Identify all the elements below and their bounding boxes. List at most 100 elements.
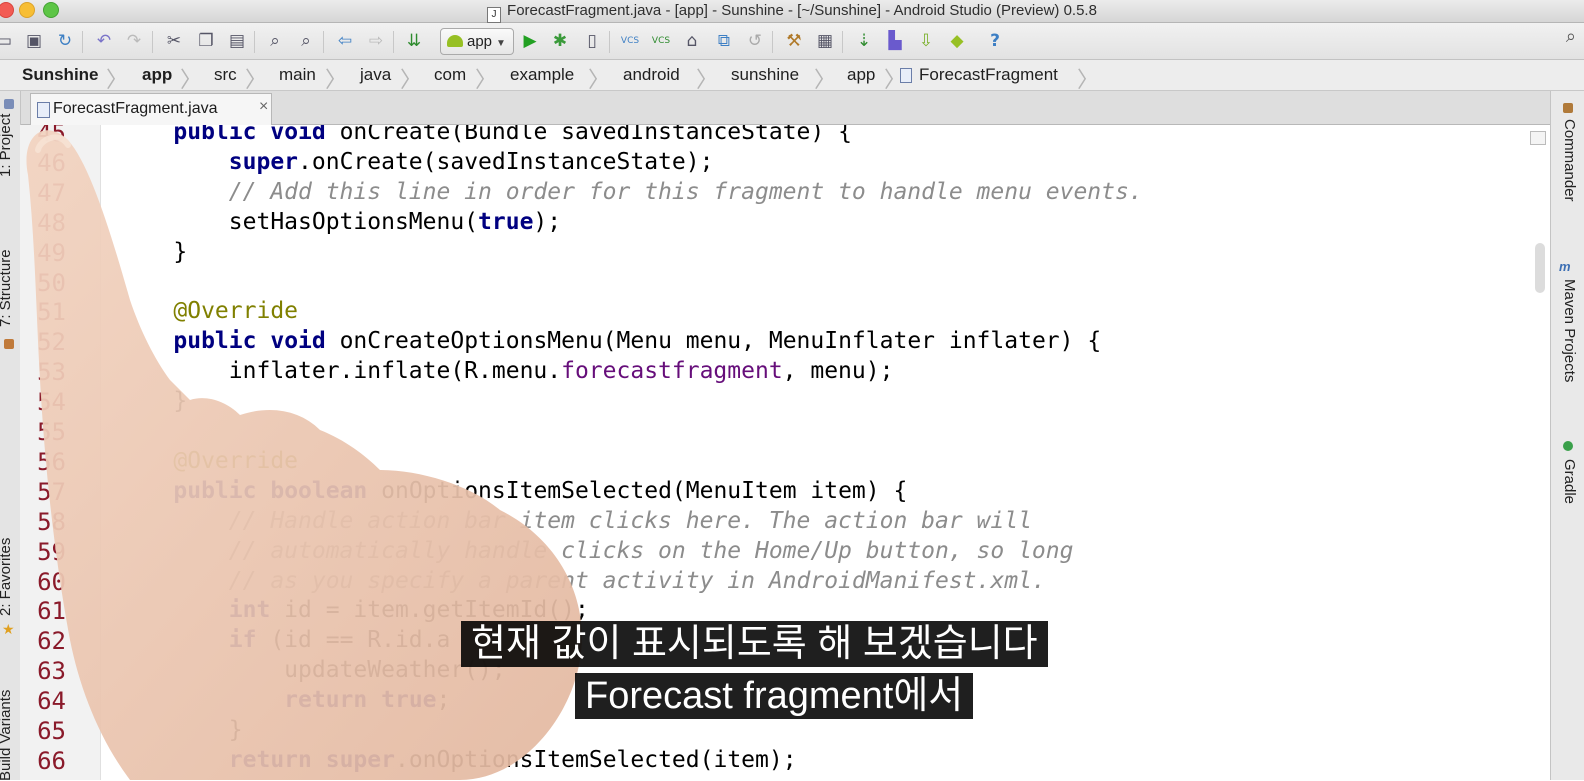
breadcrumb-item[interactable]: com: [434, 65, 466, 85]
avd-manager-icon[interactable]: ▙: [883, 29, 907, 53]
open-folder-icon[interactable]: ▭: [0, 29, 16, 53]
help-icon[interactable]: ?: [983, 29, 1007, 53]
code-line[interactable]: setHasOptionsMenu(true);: [118, 209, 561, 235]
tool-window-gradle[interactable]: Gradle: [1561, 459, 1578, 504]
code-line[interactable]: // automatically handle clicks on the Ho…: [118, 538, 1074, 564]
vcs-commit-label: VCS: [651, 36, 671, 46]
line-number: 45: [37, 125, 66, 147]
code-line[interactable]: public boolean onOptionsItemSelected(Men…: [118, 478, 907, 504]
breadcrumb-item[interactable]: example: [510, 65, 574, 85]
code-line[interactable]: // Handle action bar item clicks here. T…: [118, 508, 1032, 534]
vcs-commit-icon[interactable]: VCS: [649, 29, 673, 53]
code-line[interactable]: return true;: [118, 687, 450, 713]
code-line[interactable]: public void onCreate(Bundle savedInstanc…: [118, 125, 852, 145]
revert-icon[interactable]: ↺: [743, 29, 767, 53]
copy-icon[interactable]: ❐: [194, 29, 218, 53]
search-everywhere-icon[interactable]: ⌕: [1566, 26, 1576, 47]
code-token: if: [228, 627, 257, 654]
close-tab-icon[interactable]: ×: [259, 98, 268, 116]
code-token: .onCreate(savedInstanceState);: [298, 148, 714, 175]
code-token: .onOptionsItemSelected(item);: [394, 746, 797, 773]
replace-icon[interactable]: ⌕: [294, 29, 318, 53]
code-line[interactable]: }: [118, 388, 187, 414]
window-title-bar: J ForecastFragment.java - [app] - Sunshin…: [0, 0, 1584, 23]
breadcrumb-item[interactable]: java: [360, 65, 391, 85]
code-token: }: [118, 717, 243, 743]
undo-icon[interactable]: ↶: [92, 29, 116, 53]
cut-icon[interactable]: ✂: [162, 29, 186, 53]
attach-debugger-icon[interactable]: ▯: [580, 29, 604, 53]
code-line[interactable]: inflater.inflate(R.menu.forecastfragment…: [118, 358, 894, 384]
breadcrumb-item[interactable]: Sunshine: [22, 65, 99, 85]
structure-icon: [4, 339, 14, 349]
breadcrumb-item[interactable]: src: [214, 65, 237, 85]
code-line[interactable]: updateWeather();: [118, 657, 506, 683]
code-line[interactable]: // as you specify a parent activity in A…: [118, 568, 1046, 594]
code-token: int: [228, 597, 271, 624]
code-line[interactable]: // Add this line in order for this fragm…: [118, 179, 1143, 205]
breadcrumb-item[interactable]: main: [279, 65, 316, 85]
java-file-icon: [37, 102, 50, 118]
line-number: 48: [37, 208, 66, 237]
paste-icon[interactable]: ▤: [225, 29, 249, 53]
code-token: public: [173, 328, 257, 355]
line-number: 66: [37, 746, 66, 775]
run-icon[interactable]: ▶: [518, 29, 542, 53]
breadcrumb-item[interactable]: app: [847, 65, 875, 85]
tool-window-favorites[interactable]: 2: Favorites: [0, 538, 14, 616]
code-token: super: [325, 746, 395, 773]
find-icon[interactable]: ⌕: [263, 29, 287, 53]
gradle-icon: [1563, 441, 1573, 451]
line-number: 57: [37, 477, 66, 506]
project-structure-icon[interactable]: ▦: [813, 29, 837, 53]
code-token: public: [173, 125, 257, 145]
tool-window-maven-projects[interactable]: Maven Projects: [1561, 279, 1578, 382]
tab-forecastfragment-java[interactable]: ForecastFragment.java ×: [30, 93, 272, 125]
code-token: true: [381, 687, 437, 714]
tool-window-project[interactable]: 1: Project: [0, 114, 14, 177]
breadcrumb-item-current[interactable]: ForecastFragment: [919, 65, 1058, 85]
sdk-manager-icon[interactable]: ⇩: [914, 29, 938, 53]
code-token: @Override: [173, 447, 299, 474]
code-line[interactable]: int id = item.getItemId();: [118, 597, 589, 623]
synchronize-icon[interactable]: ↻: [53, 29, 77, 53]
forward-icon[interactable]: ⇨: [364, 29, 388, 53]
breadcrumb-item[interactable]: sunshine: [731, 65, 799, 85]
code-line[interactable]: if (id == R.id.a: [118, 627, 451, 654]
code-line[interactable]: }: [118, 239, 187, 265]
tool-window-structure[interactable]: 7: Structure: [0, 249, 14, 327]
make-project-icon[interactable]: ⇊: [402, 29, 426, 53]
back-icon[interactable]: ⇦: [333, 29, 357, 53]
run-configuration-select[interactable]: app ▼: [440, 28, 514, 55]
toolbar-separator: [152, 31, 153, 53]
vcs-history-icon[interactable]: ⌂: [680, 29, 704, 53]
breadcrumb-item[interactable]: app: [142, 65, 172, 85]
android-monitor-icon[interactable]: ◆: [945, 29, 969, 53]
settings-icon[interactable]: ⚒: [782, 29, 806, 53]
sync-gradle-icon[interactable]: ⇣: [852, 29, 876, 53]
code-line[interactable]: super.onCreate(savedInstanceState);: [118, 148, 714, 175]
chevron-down-icon: ▼: [496, 38, 506, 49]
code-line[interactable]: return super.onOptionsItemSelected(item)…: [118, 747, 797, 773]
breadcrumb-item[interactable]: android: [623, 65, 680, 85]
code-line[interactable]: @Override: [118, 448, 298, 474]
code-line[interactable]: public void onCreateOptionsMenu(Menu men…: [118, 328, 1101, 354]
vertical-scrollbar-thumb[interactable]: [1535, 243, 1545, 293]
tool-window-build-variants[interactable]: Build Variants: [0, 690, 14, 781]
chevron-right-icon: 〉: [325, 68, 348, 93]
redo-icon[interactable]: ↷: [122, 29, 146, 53]
save-all-icon[interactable]: ▣: [22, 29, 46, 53]
debug-icon[interactable]: ✱: [548, 29, 572, 53]
compare-icon[interactable]: ⧉: [712, 29, 736, 53]
code-line[interactable]: }: [118, 717, 243, 743]
line-number: 51: [37, 298, 66, 327]
vcs-update-icon[interactable]: VCS: [618, 29, 642, 53]
tool-window-commander[interactable]: Commander: [1561, 119, 1578, 202]
code-line[interactable]: @Override: [118, 298, 298, 324]
line-number: 53: [37, 358, 66, 387]
